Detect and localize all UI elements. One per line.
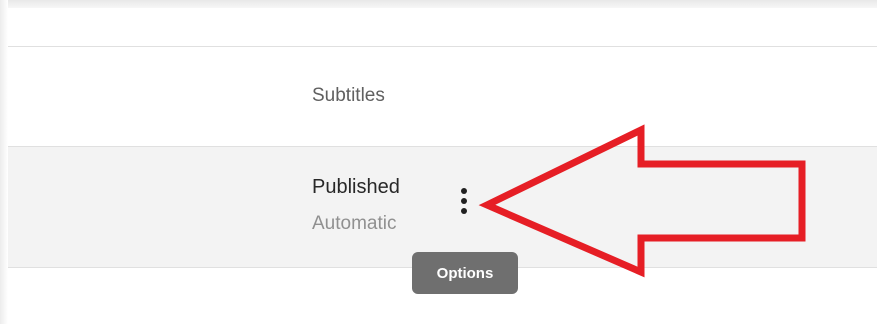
header-top-divider <box>8 46 877 47</box>
left-edge-shadow <box>0 0 8 324</box>
table-row[interactable] <box>8 147 877 267</box>
options-tooltip: Options <box>412 252 518 294</box>
more-vert-icon <box>461 188 467 214</box>
subtitles-table-page: Subtitles Published Automatic Options <box>0 0 877 324</box>
options-button[interactable] <box>449 184 479 224</box>
subtitle-source: Automatic <box>312 213 397 234</box>
subtitle-status: Published <box>312 176 400 198</box>
subtitles-column-header: Subtitles <box>312 85 385 106</box>
